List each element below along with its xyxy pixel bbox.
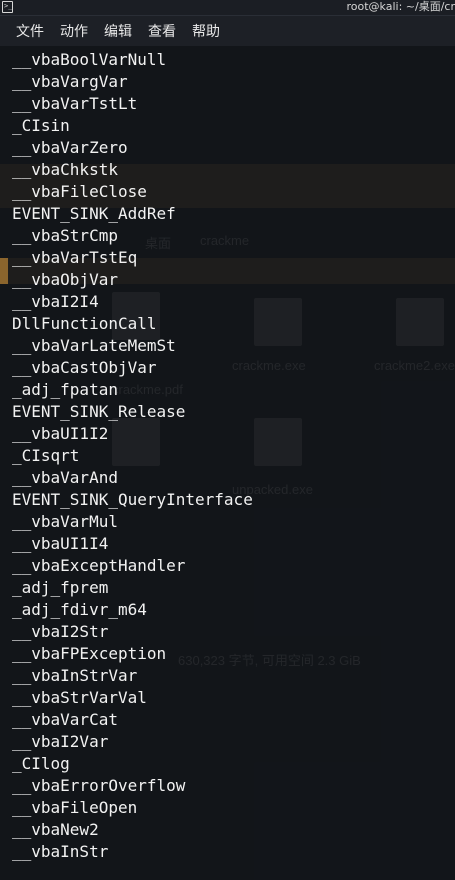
menu-edit[interactable]: 编辑 bbox=[104, 23, 132, 41]
menu-bar: 文件 动作 编辑 查看 帮助 bbox=[0, 16, 455, 46]
menu-file[interactable]: 文件 bbox=[16, 23, 44, 41]
ghost-file-icon bbox=[254, 298, 302, 346]
terminal-line: __vbaInStrVar bbox=[12, 666, 138, 685]
terminal-line: __vbaExceptHandler bbox=[12, 556, 186, 575]
terminal-line: _CIlog bbox=[12, 754, 70, 773]
terminal-line: __vbaFPException bbox=[12, 644, 167, 663]
terminal-line: EVENT_SINK_AddRef bbox=[12, 204, 176, 223]
menu-view[interactable]: 查看 bbox=[148, 23, 176, 41]
terminal-line: __vbaI2Str bbox=[12, 622, 109, 641]
window-title: root@kali: ~/桌面/cr bbox=[346, 0, 455, 13]
terminal-line: _CIsin bbox=[12, 116, 70, 135]
terminal-line: __vbaCastObjVar bbox=[12, 358, 157, 377]
ghost-accent-stripe bbox=[0, 258, 8, 284]
menu-help[interactable]: 帮助 bbox=[192, 23, 220, 41]
terminal-line: __vbaVarTstLt bbox=[12, 94, 138, 113]
terminal-line: __vbaUI1I4 bbox=[12, 534, 109, 553]
terminal-line: EVENT_SINK_QueryInterface bbox=[12, 490, 253, 509]
terminal-output-area[interactable]: 桌面 crackme crackme.exe crackme2.exe crac… bbox=[0, 46, 455, 880]
terminal-line: __vbaVarCat bbox=[12, 710, 118, 729]
terminal-line: __vbaFileClose bbox=[12, 182, 147, 201]
terminal-line: __vbaVarZero bbox=[12, 138, 128, 157]
ghost-file-label: crackme2.exe bbox=[374, 358, 455, 373]
terminal-line: __vbaNew2 bbox=[12, 820, 99, 839]
terminal-line: __vbaVarTstEq bbox=[12, 248, 138, 267]
terminal-line: __vbaVarMul bbox=[12, 512, 118, 531]
ghost-file-icon bbox=[396, 298, 444, 346]
terminal-line: __vbaChkstk bbox=[12, 160, 118, 179]
terminal-line: __vbaObjVar bbox=[12, 270, 118, 289]
terminal-line: __vbaVarLateMemSt bbox=[12, 336, 176, 355]
terminal-output: __vbaBoolVarNull __vbaVargVar __vbaVarTstL… bbox=[12, 49, 253, 863]
terminal-line: __vbaErrorOverflow bbox=[12, 776, 186, 795]
terminal-line: __vbaI2I4 bbox=[12, 292, 99, 311]
terminal-line: _adj_fdivr_m64 bbox=[12, 600, 147, 619]
terminal-line: __vbaBoolVarNull bbox=[12, 50, 167, 69]
terminal-line: __vbaUI1I2 bbox=[12, 424, 109, 443]
terminal-line: _CIsqrt bbox=[12, 446, 80, 465]
terminal-line: __vbaFileOpen bbox=[12, 798, 138, 817]
terminal-icon: >_ bbox=[2, 1, 13, 13]
terminal-line: _adj_fprem bbox=[12, 578, 109, 597]
terminal-line: DllFunctionCall bbox=[12, 314, 157, 333]
terminal-line: __vbaI2Var bbox=[12, 732, 109, 751]
terminal-line: __vbaStrCmp bbox=[12, 226, 118, 245]
terminal-line: __vbaVargVar bbox=[12, 72, 128, 91]
terminal-line: __vbaVarAnd bbox=[12, 468, 118, 487]
terminal-line: _adj_fpatan bbox=[12, 380, 118, 399]
menu-action[interactable]: 动作 bbox=[60, 23, 88, 41]
terminal-line: __vbaInStr bbox=[12, 842, 109, 861]
window-titlebar: >_ root@kali: ~/桌面/cr bbox=[0, 0, 455, 16]
terminal-line: EVENT_SINK_Release bbox=[12, 402, 186, 421]
terminal-line: __vbaStrVarVal bbox=[12, 688, 147, 707]
ghost-file-icon bbox=[254, 418, 302, 466]
